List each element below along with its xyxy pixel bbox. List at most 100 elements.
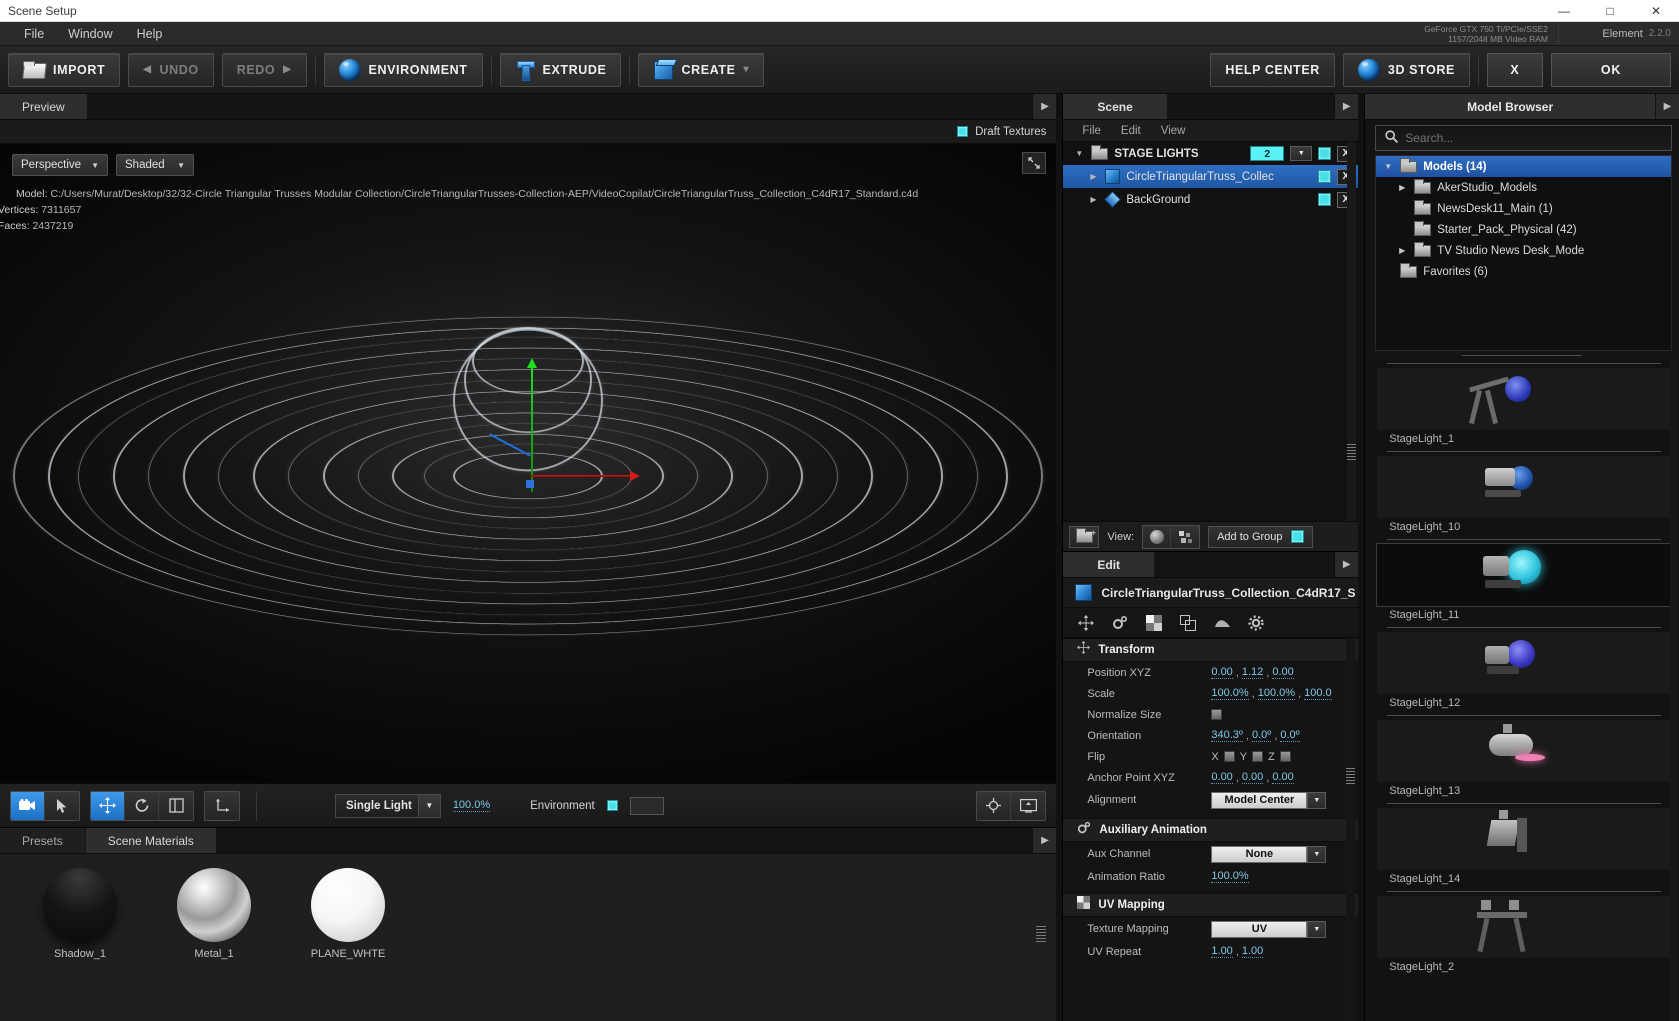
animation-ratio-value[interactable]: 100.0% — [1211, 870, 1248, 883]
preview-panel-expand-button[interactable]: ▶ — [1032, 94, 1056, 119]
axis-y-handle[interactable] — [531, 366, 533, 492]
add-to-group-checkbox[interactable] — [1291, 530, 1304, 543]
environment-color-swatch[interactable] — [630, 797, 664, 815]
layers-icon[interactable] — [1179, 614, 1197, 632]
model-tree-row-models[interactable]: ▼ Models (14) — [1376, 156, 1671, 177]
thumbnail-item[interactable]: StageLight_13 — [1377, 720, 1671, 799]
fragments-view-button[interactable] — [1171, 526, 1199, 548]
thumbnail-item[interactable]: StageLight_1 — [1377, 368, 1671, 447]
aux-channel-select[interactable]: None ▼ — [1211, 846, 1307, 863]
scene-tree-scroll-grip[interactable] — [1347, 444, 1356, 460]
new-group-button[interactable]: + — [1069, 526, 1099, 548]
orientation-y[interactable]: 0.0º — [1252, 729, 1271, 742]
thumbnail-item-selected[interactable]: StageLight_11 — [1377, 544, 1671, 623]
tab-model-browser[interactable]: Model Browser — [1365, 94, 1655, 119]
move-icon[interactable] — [1077, 614, 1095, 632]
position-x[interactable]: 0.00 — [1211, 666, 1232, 679]
chevron-down-icon[interactable]: ▼ — [1307, 792, 1326, 809]
scene-tree-row-stage-lights[interactable]: ▼ STAGE LIGHTS 2 ▼ X — [1063, 142, 1358, 165]
tab-presets[interactable]: Presets — [0, 828, 86, 853]
chevron-right-icon[interactable]: ▶ — [1087, 172, 1099, 181]
scene-panel-expand-button[interactable]: ▶ — [1334, 94, 1358, 119]
edit-panel-expand-button[interactable]: ▶ — [1334, 552, 1358, 577]
close-button[interactable]: ✕ — [1633, 0, 1679, 21]
checker-icon[interactable] — [1145, 614, 1163, 632]
visibility-checkbox[interactable] — [1318, 193, 1331, 206]
select-tool-button[interactable] — [45, 792, 79, 820]
shading-icon[interactable] — [1213, 614, 1231, 632]
flip-y-checkbox[interactable] — [1252, 751, 1263, 762]
prop-value[interactable]: 340.3º, 0.0º, 0.0º — [1211, 729, 1299, 742]
cancel-button[interactable]: X — [1487, 53, 1543, 87]
section-auxiliary-animation[interactable]: Auxiliary Animation — [1063, 818, 1358, 842]
model-tree-row-starter-pack[interactable]: Starter_Pack_Physical (42) — [1376, 219, 1671, 240]
local-axis-button[interactable] — [205, 792, 239, 820]
sphere-view-button[interactable] — [1143, 526, 1171, 548]
material-item[interactable]: Metal_1 — [164, 868, 264, 960]
prop-value[interactable]: 100.0% — [1211, 870, 1248, 883]
prop-value[interactable]: 0.00, 0.00, 0.00 — [1211, 771, 1293, 784]
position-z[interactable]: 0.00 — [1272, 666, 1293, 679]
import-button[interactable]: IMPORT — [8, 53, 120, 87]
uv-repeat-u[interactable]: 1.00 — [1211, 945, 1232, 958]
scale-y[interactable]: 100.0% — [1258, 687, 1295, 700]
menu-file[interactable]: File — [14, 24, 54, 44]
edit-scroll-grip[interactable] — [1346, 768, 1355, 784]
model-browser-divider[interactable] — [1365, 351, 1679, 359]
draft-textures-checkbox[interactable] — [957, 126, 968, 137]
stage-lights-count[interactable]: 2 — [1250, 146, 1284, 161]
chevron-right-icon[interactable]: ▶ — [1087, 195, 1099, 204]
scale-tool-button[interactable] — [159, 792, 193, 820]
reset-view-button[interactable] — [977, 792, 1011, 820]
chevron-down-icon[interactable]: ▼ — [1382, 162, 1394, 171]
ok-button[interactable]: OK — [1551, 53, 1671, 87]
settings-icon[interactable] — [1247, 614, 1265, 632]
gizmo-origin[interactable] — [526, 480, 534, 488]
create-button[interactable]: CREATE ▾ — [638, 53, 764, 87]
section-transform[interactable]: Transform — [1063, 638, 1358, 662]
tab-scene-materials[interactable]: Scene Materials — [86, 828, 217, 853]
menu-window[interactable]: Window — [58, 24, 122, 44]
model-search-box[interactable] — [1375, 125, 1672, 151]
texture-mapping-select[interactable]: UV ▼ — [1211, 921, 1307, 938]
scene-tree-row-background[interactable]: ▶ BackGround X — [1063, 188, 1358, 211]
orientation-z[interactable]: 0.0º — [1280, 729, 1299, 742]
tab-preview[interactable]: Preview — [0, 94, 88, 119]
chevron-down-icon[interactable]: ▼ — [1307, 846, 1326, 863]
fullscreen-toggle-button[interactable] — [1022, 152, 1046, 174]
light-intensity-value[interactable]: 100.0% — [453, 799, 490, 812]
anchor-z[interactable]: 0.00 — [1272, 771, 1293, 784]
scale-x[interactable]: 100.0% — [1211, 687, 1248, 700]
chevron-down-icon[interactable]: ▼ — [1307, 921, 1326, 938]
environment-checkbox[interactable] — [607, 800, 618, 811]
tab-scene[interactable]: Scene — [1063, 94, 1166, 119]
materials-scrollbar-grip[interactable] — [1036, 926, 1046, 944]
undo-button[interactable]: ◀ UNDO — [128, 53, 214, 87]
search-input[interactable] — [1405, 131, 1671, 145]
material-item[interactable]: PLANE_WHTE — [298, 868, 398, 960]
3d-store-button[interactable]: 3D STORE — [1343, 53, 1470, 87]
tab-edit[interactable]: Edit — [1063, 552, 1154, 577]
normalize-size-checkbox[interactable] — [1211, 709, 1222, 720]
model-tree-row-tv-studio[interactable]: ▶ TV Studio News Desk_Mode — [1376, 240, 1671, 261]
thumbnail-item[interactable]: StageLight_14 — [1377, 808, 1671, 887]
minimize-button[interactable]: — — [1541, 0, 1587, 21]
visibility-checkbox[interactable] — [1318, 170, 1331, 183]
add-to-group-button[interactable]: Add to Group — [1208, 526, 1312, 548]
scene-tree-row-truss[interactable]: ▶ CircleTriangularTruss_Collect X — [1063, 165, 1358, 188]
edit-scrollbar[interactable] — [1346, 638, 1355, 1021]
scene-menu-file[interactable]: File — [1073, 123, 1110, 139]
chevron-down-icon[interactable]: ▼ — [1073, 149, 1085, 158]
thumbnail-item[interactable]: StageLight_10 — [1377, 456, 1671, 535]
chevron-down-icon[interactable]: ▼ — [1290, 146, 1312, 161]
orientation-x[interactable]: 340.3º — [1211, 729, 1243, 742]
chevron-right-icon[interactable]: ▶ — [1396, 246, 1408, 255]
thumbnail-item[interactable]: StageLight_12 — [1377, 632, 1671, 711]
camera-tool-button[interactable] — [11, 792, 45, 820]
axis-x-handle[interactable] — [531, 475, 631, 477]
scene-tree-scrollbar[interactable] — [1347, 142, 1356, 521]
extrude-button[interactable]: EXTRUDE — [500, 53, 622, 87]
render-preview-button[interactable] — [1011, 792, 1045, 820]
section-uv-mapping[interactable]: UV Mapping — [1063, 893, 1358, 917]
presets-panel-expand-button[interactable]: ▶ — [1032, 828, 1056, 853]
